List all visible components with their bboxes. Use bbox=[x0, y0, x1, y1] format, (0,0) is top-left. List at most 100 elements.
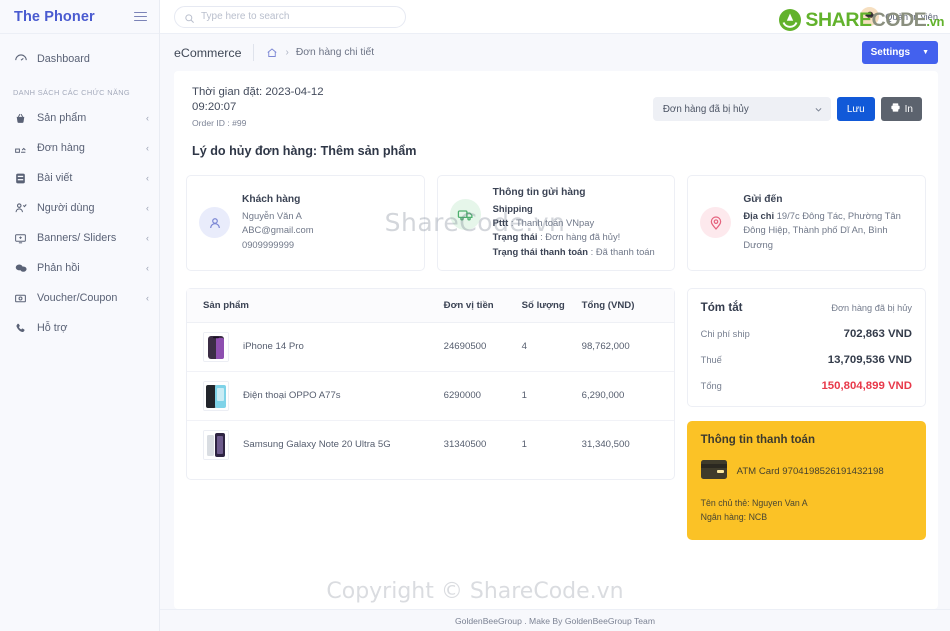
col-quantity: Số lượng bbox=[521, 288, 582, 323]
payment-status-label: Trạng thái thanh toán bbox=[492, 245, 588, 257]
chevron-left-icon: ‹ bbox=[146, 112, 149, 123]
summary-header: Tóm tắt Đơn hàng đã bị hủy bbox=[701, 301, 912, 314]
payment-method-label: Pttt bbox=[492, 217, 509, 229]
summary-value: 13,709,536 VND bbox=[827, 353, 912, 366]
sidebar-item-san-pham[interactable]: Sản phẩm ‹ bbox=[0, 103, 159, 133]
sidebar-item-label: Banners/ Sliders bbox=[37, 232, 117, 244]
products-table-body: iPhone 14 Pro 24690500 4 98,762,000 Điện… bbox=[187, 322, 674, 469]
sidebar-item-ho-tro[interactable]: Hỗ trợ bbox=[0, 313, 159, 343]
order-time-block: Thời gian đặt: 2023-04-12 09:20:07 Order… bbox=[192, 85, 324, 128]
chevron-left-icon: ‹ bbox=[146, 262, 149, 273]
search-wrapper bbox=[174, 5, 406, 29]
products-table: Sản phẩm Đơn vị tiền Số lượng Tổng (VND) bbox=[187, 288, 674, 469]
topbar: Quản trị viên bbox=[160, 0, 950, 34]
sidebar-item-dashboard[interactable]: Dashboard bbox=[0, 44, 159, 74]
sidebar-item-banners-sliders[interactable]: Banners/ Sliders ‹ bbox=[0, 223, 159, 253]
address-card-title: Gửi đến bbox=[743, 194, 783, 206]
main-region: Quản trị viên eCommerce › Đơn hàng chi t… bbox=[160, 0, 950, 631]
summary-row-ship: Chi phí ship 702,863 VND bbox=[701, 328, 912, 340]
orders-icon bbox=[14, 142, 31, 155]
shipping-card: Thông tin gửi hàng Shipping Pttt : Thanh… bbox=[436, 175, 676, 271]
sidebar-item-label: Đơn hàng bbox=[37, 142, 85, 154]
chevron-down-icon: ▼ bbox=[922, 49, 929, 56]
shipping-fee-row: Shipping bbox=[493, 202, 655, 216]
print-button-label: In bbox=[904, 103, 913, 115]
truck-icon bbox=[449, 199, 481, 230]
summary-total-label: Tổng bbox=[700, 380, 722, 391]
customer-card-body: Khách hàng Nguyễn Văn A ABC@gmail.com 09… bbox=[242, 194, 314, 252]
payment-info-title: Thông tin thanh toán bbox=[700, 433, 815, 446]
address-card-body: Gửi đến Địa chỉ 19/7c Đông Tác, Phường T… bbox=[743, 194, 913, 252]
sidebar-item-bai-viet[interactable]: Bài viết ‹ bbox=[0, 163, 159, 193]
sidebar-item-don-hang[interactable]: Đơn hàng ‹ bbox=[0, 133, 159, 163]
breadcrumb-leaf[interactable]: Đơn hàng chi tiết bbox=[296, 47, 374, 58]
app-root: The Phoner Dashboard DANH SÁCH CÁC CHỨC … bbox=[0, 0, 950, 631]
sidebar-item-label: Voucher/Coupon bbox=[37, 292, 118, 304]
content-bottom-spacer bbox=[186, 540, 926, 554]
footer: GoldenBeeGroup . Make By GoldenBeeGroup … bbox=[160, 609, 950, 631]
chevron-left-icon: ‹ bbox=[146, 172, 149, 183]
sidebar-item-label: Phản hồi bbox=[37, 262, 80, 274]
sidebar-section-title: DANH SÁCH CÁC CHỨC NĂNG bbox=[13, 88, 131, 97]
product-total: 98,762,000 bbox=[581, 322, 674, 372]
customer-email: ABC@gmail.com bbox=[242, 224, 314, 236]
order-body: Sản phẩm Đơn vị tiền Số lượng Tổng (VND) bbox=[186, 287, 926, 540]
payment-card-row: ATM Card 9704198526191432198 bbox=[700, 459, 912, 484]
hamburger-icon[interactable] bbox=[134, 11, 147, 22]
order-status-select[interactable]: Đơn hàng đã bị hủy bbox=[652, 97, 831, 121]
oppo-a77s-thumb bbox=[203, 380, 229, 411]
sidebar-item-voucher-coupon[interactable]: Voucher/Coupon ‹ bbox=[0, 283, 159, 313]
admin-label: Quản trị viên bbox=[885, 11, 938, 22]
avatar[interactable] bbox=[860, 7, 880, 26]
order-status-value: Đơn hàng đã hủy! bbox=[545, 231, 621, 243]
summary-title: Tóm tắt bbox=[700, 300, 743, 314]
customer-name: Nguyễn Văn A bbox=[242, 210, 302, 222]
product-cell: Điện thoại OPPO A77s bbox=[203, 380, 444, 411]
galaxy-note-20-thumb bbox=[203, 429, 229, 460]
feedback-icon bbox=[14, 261, 31, 275]
table-row[interactable]: Điện thoại OPPO A77s 6290000 1 6,290,000 bbox=[187, 371, 674, 421]
order-time-value: 09:20:07 bbox=[192, 101, 237, 113]
home-icon[interactable] bbox=[266, 47, 278, 59]
products-table-card: Sản phẩm Đơn vị tiền Số lượng Tổng (VND) bbox=[186, 287, 675, 480]
sidebar-brand-row: The Phoner bbox=[0, 0, 159, 34]
summary-label: Thuế bbox=[700, 354, 722, 365]
summary-total-value: 150,804,899 VND bbox=[821, 379, 912, 392]
order-actions: Đơn hàng đã bị hủy Lưu In bbox=[652, 85, 922, 121]
address-card: Gửi đến Địa chỉ 19/7c Đông Tác, Phường T… bbox=[687, 175, 927, 271]
table-row[interactable]: Samsung Galaxy Note 20 Ultra 5G 31340500… bbox=[187, 420, 674, 469]
table-row[interactable]: iPhone 14 Pro 24690500 4 98,762,000 bbox=[187, 322, 674, 372]
chevron-left-icon: ‹ bbox=[146, 292, 149, 303]
chevron-left-icon: ‹ bbox=[146, 142, 149, 153]
status-badge: Đơn hàng đã bị hủy bbox=[831, 302, 912, 313]
printer-icon bbox=[890, 102, 901, 116]
settings-button[interactable]: Settings ▼ bbox=[861, 41, 938, 64]
chevron-left-icon: ‹ bbox=[146, 202, 149, 213]
payment-status-row: Trạng thái thanh toán : Đã thanh toán bbox=[492, 245, 655, 257]
save-button[interactable]: Lưu bbox=[836, 97, 875, 121]
search-input[interactable] bbox=[174, 5, 406, 28]
sidebar-item-nguoi-dung[interactable]: Người dùng ‹ bbox=[0, 193, 159, 223]
cancel-reason: Lý do hủy đơn hàng: Thêm sản phẩm bbox=[192, 144, 417, 158]
order-status-row: Trạng thái : Đơn hàng đã hủy! bbox=[492, 231, 621, 243]
col-total: Tổng (VND) bbox=[581, 288, 674, 323]
product-name: iPhone 14 Pro bbox=[243, 341, 304, 353]
col-product: Sản phẩm bbox=[187, 288, 444, 323]
user-icon bbox=[199, 207, 230, 239]
iphone-14-pro-thumb bbox=[203, 331, 229, 362]
settings-button-label: Settings bbox=[870, 47, 911, 58]
payment-status-value: Đã thanh toán bbox=[595, 245, 655, 257]
card-holder: Tên chủ thẻ: Nguyen Van A bbox=[700, 497, 808, 508]
print-button[interactable]: In bbox=[880, 97, 922, 121]
sidebar-item-label: Sản phẩm bbox=[37, 112, 87, 124]
customer-card-title: Khách hàng bbox=[242, 194, 301, 206]
customer-card: Khách hàng Nguyễn Văn A ABC@gmail.com 09… bbox=[186, 175, 425, 271]
product-unit-price: 31340500 bbox=[443, 439, 487, 451]
sidebar-item-label: Bài viết bbox=[37, 172, 73, 184]
dashboard-icon bbox=[14, 52, 31, 66]
col-unit-price: Đơn vị tiền bbox=[443, 288, 522, 323]
brand-title: The Phoner bbox=[14, 8, 95, 25]
search-icon bbox=[184, 11, 195, 29]
table-header-row: Sản phẩm Đơn vị tiền Số lượng Tổng (VND) bbox=[187, 288, 674, 323]
sidebar-item-phan-hoi[interactable]: Phản hồi ‹ bbox=[0, 253, 159, 283]
